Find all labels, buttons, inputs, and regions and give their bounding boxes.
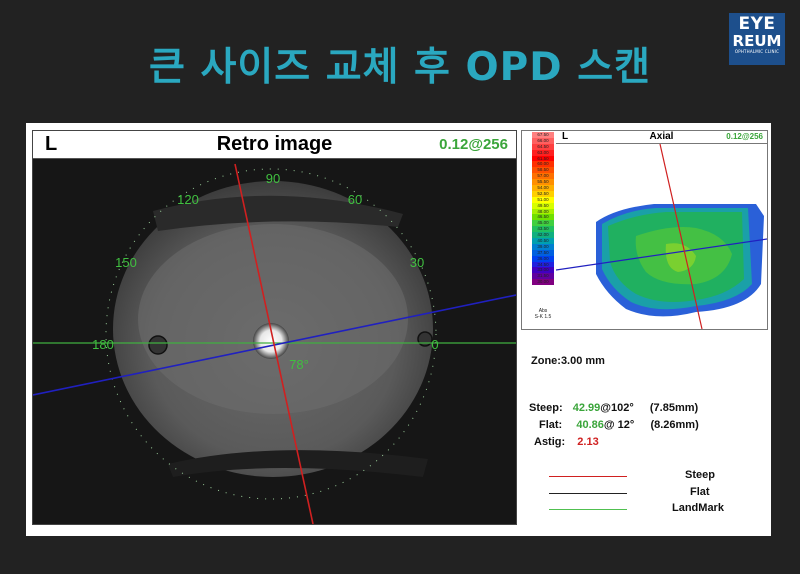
- angle-label-0: 0: [431, 337, 438, 352]
- landmark-right: [417, 331, 433, 347]
- angle-label-150: 150: [115, 255, 137, 270]
- flat-label: Flat:: [539, 419, 563, 431]
- steep-label: Steep:: [529, 402, 563, 414]
- retro-image: 90 60 30 0 120 150 180 78°: [33, 159, 516, 524]
- steep-row: Steep: 42.99@102° (7.85mm): [529, 402, 698, 414]
- zone-text: Zone:3.00 mm: [531, 355, 605, 367]
- legend-flat-line: [549, 493, 627, 494]
- logo-line1: EYE: [738, 14, 776, 34]
- legend-steep-label: Steep: [685, 469, 715, 481]
- retro-value: 0.12@256: [439, 136, 508, 153]
- retro-header: L Retro image 0.12@256: [33, 131, 516, 159]
- retro-image-viewer[interactable]: L Retro image 0.12@256 90 60 30 0 120 15…: [32, 130, 517, 525]
- angle-label-90: 90: [266, 171, 280, 186]
- angle-label-30: 30: [410, 255, 424, 270]
- legend-landmark-line: [549, 509, 627, 510]
- axis-angle-label: 78°: [289, 357, 309, 372]
- steep-axis: @102°: [600, 402, 634, 414]
- astig-value: 2.13: [577, 436, 599, 448]
- steep-mm: (7.85mm): [649, 402, 699, 414]
- astig-row: Astig: 2.13: [534, 436, 599, 448]
- angle-label-120: 120: [177, 192, 199, 207]
- axial-header: L Axial 0.12@256: [556, 131, 767, 144]
- axial-value: 0.12@256: [726, 132, 763, 141]
- legend-flat-label: Flat: [690, 486, 710, 498]
- flat-value: 40.86: [576, 419, 604, 431]
- color-scale-step: 30.00: [532, 279, 554, 286]
- angle-label-60: 60: [348, 192, 362, 207]
- flat-axis: @ 12°: [603, 419, 635, 431]
- steep-value: 42.99: [572, 402, 601, 414]
- logo-line2: REUM: [732, 32, 782, 50]
- astig-label: Astig:: [534, 436, 566, 448]
- scale-footer: Abs S-K 1.5: [530, 308, 556, 320]
- color-scale: 67.50 66.00 64.50 63.00 61.50 60.00 58.50 57.00…: [532, 132, 554, 286]
- flat-row: Flat: 40.86@ 12° (8.26mm): [539, 419, 699, 431]
- landmark-left: [148, 335, 168, 355]
- flat-mm: (8.26mm): [650, 419, 699, 431]
- scale-foot-sk: S-K 1.5: [534, 314, 552, 320]
- axial-topography-map: [556, 144, 767, 329]
- angle-label-180: 180: [92, 337, 114, 352]
- clinic-logo: EYE REUM OPHTHALMIC CLINIC: [729, 13, 785, 65]
- legend-steep-line: [549, 476, 627, 477]
- logo-line3: OPHTHALMIC CLINIC: [734, 49, 780, 54]
- slide-title: 큰 사이즈 교체 후 OPD 스캔: [149, 45, 651, 90]
- axial-map-panel[interactable]: 67.50 66.00 64.50 63.00 61.50 60.00 58.50 57.00…: [521, 130, 768, 330]
- lens-area: [138, 224, 408, 414]
- legend-landmark-label: LandMark: [672, 502, 724, 514]
